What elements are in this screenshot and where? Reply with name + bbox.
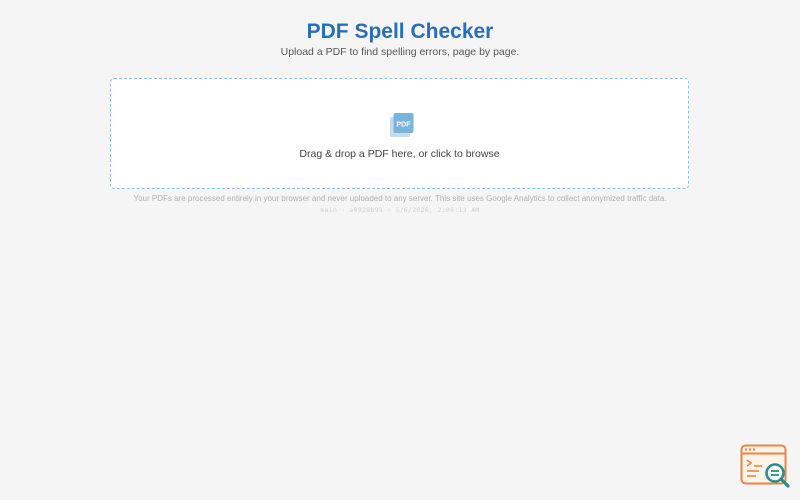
pdf-icon-label: PDF [396,120,411,129]
build-separator: · [387,206,392,214]
build-info: main · e0928b95 · 5/6/2026, 2:06:13 AM [0,206,800,214]
code-search-icon[interactable] [740,444,792,490]
pdf-file-icon: PDF [390,113,414,137]
build-hash: e0928b95 [349,206,384,214]
pdf-dropzone[interactable]: PDF Drag & drop a PDF here, or click to … [110,78,689,189]
privacy-note: Your PDFs are processed entirely in your… [133,194,667,203]
build-time: 5/6/2026, 2:06:13 AM [395,206,480,214]
build-separator: · [341,206,346,214]
page: PDF Spell Checker Upload a PDF to find s… [0,0,800,500]
build-branch: main [320,206,338,214]
page-title: PDF Spell Checker [306,20,494,43]
page-subtitle: Upload a PDF to find spelling errors, pa… [280,46,520,58]
dropzone-prompt: Drag & drop a PDF here, or click to brow… [299,148,500,160]
